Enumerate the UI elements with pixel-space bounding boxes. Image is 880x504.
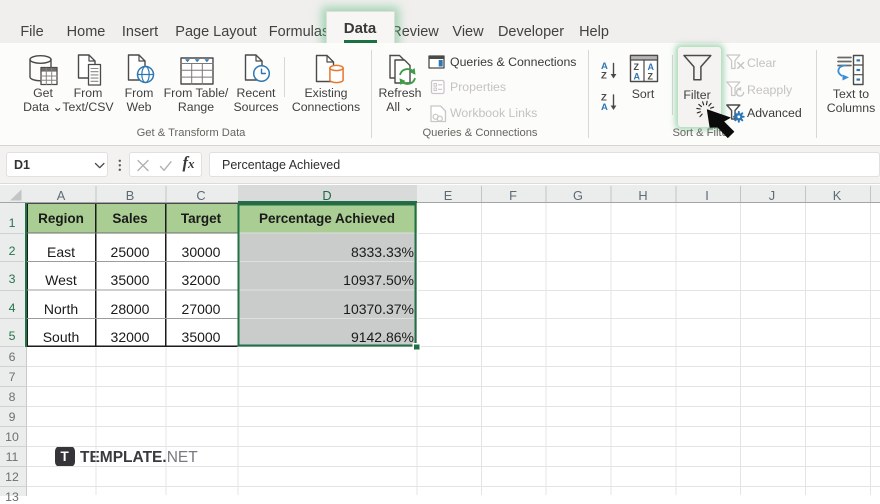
svg-text:Z: Z xyxy=(648,72,654,82)
svg-text:A: A xyxy=(648,62,655,72)
svg-text:Z: Z xyxy=(601,71,607,82)
svg-text:A: A xyxy=(601,102,608,113)
svg-text:Z: Z xyxy=(634,62,640,72)
svg-text:A: A xyxy=(634,72,641,82)
